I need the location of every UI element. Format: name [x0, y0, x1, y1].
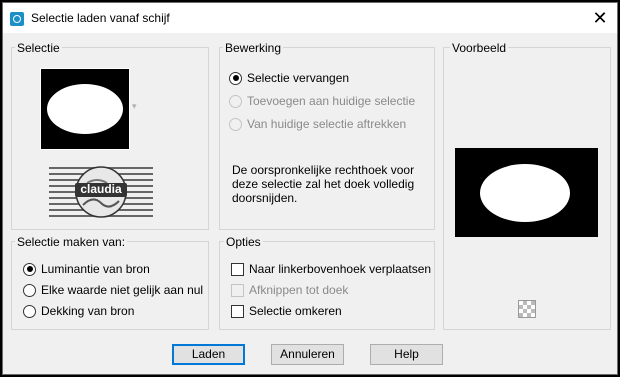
checkbox[interactable]: [231, 304, 244, 318]
radio-button[interactable]: [23, 262, 36, 276]
check-selectie-omkeren[interactable]: Selectie omkeren: [231, 302, 342, 320]
checkbox[interactable]: [231, 283, 244, 297]
radio-button[interactable]: [23, 283, 36, 297]
radio-label: Elke waarde niet gelijk aan nul: [41, 283, 204, 297]
check-linkerbovenhoek[interactable]: Naar linkerbovenhoek verplaatsen: [231, 260, 431, 278]
title-bar: Selectie laden vanaf schijf ✕: [3, 3, 617, 33]
load-button[interactable]: Laden: [172, 344, 245, 365]
claudia-logo: claudia: [49, 165, 153, 219]
voorbeeld-label: Voorbeeld: [450, 41, 509, 55]
dialog-window: Selectie laden vanaf schijf ✕ Selectie ▾…: [2, 2, 618, 375]
radio-label: Van huidige selectie aftrekken: [247, 117, 407, 131]
selectie-label: Selectie: [15, 41, 62, 55]
checkbox-label: Afknippen tot doek: [249, 283, 349, 297]
preview-image: [455, 148, 598, 237]
bewerking-label: Bewerking: [223, 41, 284, 55]
claudia-logo-text: claudia: [80, 182, 122, 196]
cancel-button[interactable]: Annuleren: [271, 344, 344, 365]
radio-aftrekken[interactable]: Van huidige selectie aftrekken: [229, 115, 406, 133]
help-button[interactable]: Help: [370, 344, 443, 365]
radio-elke-waarde[interactable]: Elke waarde niet gelijk aan nul: [23, 281, 203, 299]
radio-button[interactable]: [229, 94, 242, 108]
radio-dekking[interactable]: Dekking van bron: [23, 302, 134, 320]
thumbnail-ellipse: [47, 84, 123, 134]
opties-label: Opties: [224, 235, 263, 249]
bewerking-description: De oorspronkelijke rechthoek voor deze s…: [232, 163, 415, 205]
transparency-icon[interactable]: [518, 300, 536, 318]
radio-toevoegen[interactable]: Toevoegen aan huidige selectie: [229, 92, 415, 110]
checkbox-label: Selectie omkeren: [249, 304, 342, 318]
radio-button[interactable]: [229, 117, 242, 131]
window-title: Selectie laden vanaf schijf: [31, 11, 170, 25]
radio-selectie-vervangen[interactable]: Selectie vervangen: [229, 69, 349, 87]
radio-luminantie[interactable]: Luminantie van bron: [23, 260, 150, 278]
close-button[interactable]: ✕: [587, 6, 613, 30]
radio-label: Luminantie van bron: [41, 262, 150, 276]
thumbnail-dropdown-arrow[interactable]: ▾: [132, 101, 137, 112]
checkbox-label: Naar linkerbovenhoek verplaatsen: [249, 262, 432, 276]
app-icon: [10, 12, 24, 26]
radio-label: Selectie vervangen: [247, 71, 350, 85]
checkbox[interactable]: [231, 262, 244, 276]
selection-thumbnail[interactable]: [40, 68, 130, 150]
radio-button[interactable]: [23, 304, 36, 318]
radio-button[interactable]: [229, 71, 242, 85]
radio-label: Toevoegen aan huidige selectie: [247, 94, 416, 108]
radio-label: Dekking van bron: [41, 304, 135, 318]
maken-van-label: Selectie maken van:: [15, 235, 128, 249]
check-afknippen[interactable]: Afknippen tot doek: [231, 281, 348, 299]
